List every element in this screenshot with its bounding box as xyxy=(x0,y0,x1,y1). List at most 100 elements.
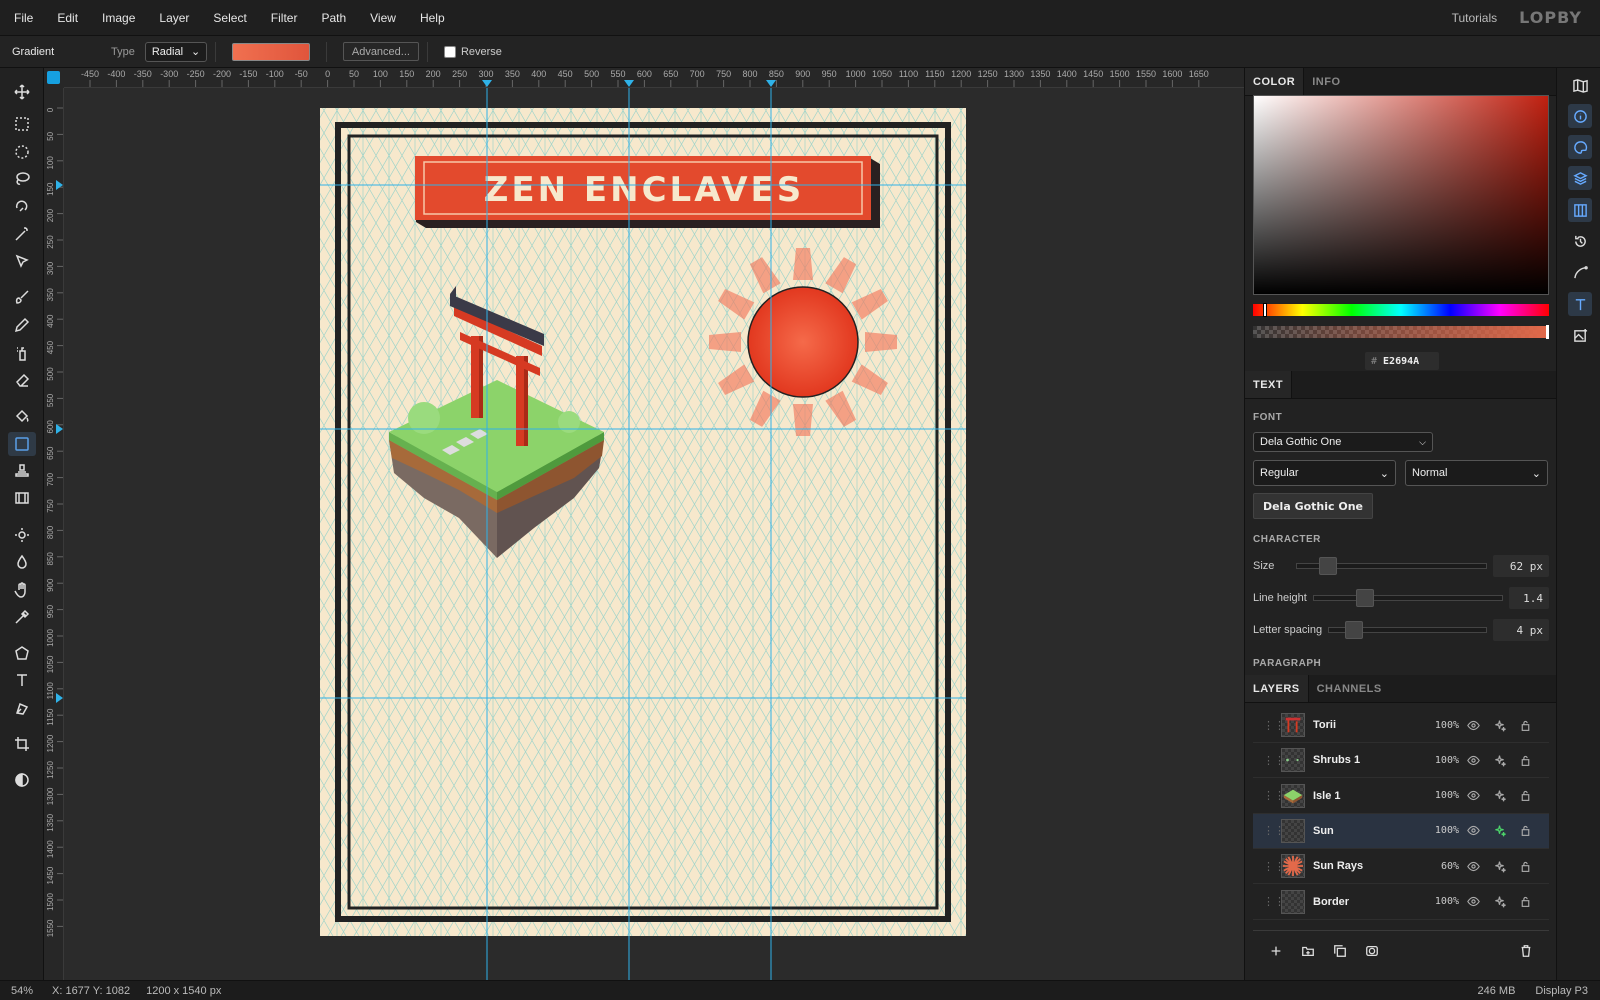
drag-handle-icon[interactable]: ⋮⋮ xyxy=(1263,824,1285,837)
alpha-slider[interactable] xyxy=(1253,325,1549,339)
lock-toggle[interactable] xyxy=(1513,754,1537,767)
menu-path[interactable]: Path xyxy=(309,11,358,25)
hand-tool[interactable] xyxy=(8,578,36,602)
hue-slider[interactable] xyxy=(1253,303,1549,317)
alpha-slider-handle[interactable] xyxy=(1546,325,1549,339)
layer-row[interactable]: ⋮⋮ Border 100% xyxy=(1253,885,1549,920)
tab-text[interactable]: TEXT xyxy=(1245,371,1293,398)
letter-spacing-value[interactable]: 4 px xyxy=(1493,619,1549,641)
stamp-tool[interactable] xyxy=(8,459,36,483)
guide-marker[interactable] xyxy=(482,80,492,87)
mask-button[interactable] xyxy=(1361,940,1383,962)
layer-opacity[interactable]: 60% xyxy=(1419,861,1459,872)
zoom-level[interactable]: 54% xyxy=(0,985,44,997)
lock-toggle[interactable] xyxy=(1513,895,1537,908)
menu-help[interactable]: Help xyxy=(408,11,457,25)
brush-tool[interactable] xyxy=(8,285,36,309)
image-panel-button[interactable] xyxy=(1568,323,1592,347)
tab-layers[interactable]: LAYERS xyxy=(1245,675,1309,702)
drag-handle-icon[interactable]: ⋮⋮ xyxy=(1263,754,1285,767)
guide-marker[interactable] xyxy=(624,80,634,87)
effects-toggle[interactable] xyxy=(1487,719,1511,732)
layer-name[interactable]: Sun Rays xyxy=(1313,860,1419,872)
visibility-toggle[interactable] xyxy=(1461,719,1485,732)
menu-image[interactable]: Image xyxy=(90,11,147,25)
ruler-origin-marker[interactable] xyxy=(47,71,60,84)
pen-tool[interactable] xyxy=(8,696,36,720)
color-picker-field[interactable] xyxy=(1253,95,1549,295)
hex-input[interactable]: # E2694A xyxy=(1365,352,1439,370)
horizontal-ruler[interactable]: -450 -400 -350 -300 -250 -200 -150 -100 -50 0 50 10… xyxy=(64,68,1244,88)
layer-opacity[interactable]: 100% xyxy=(1419,896,1459,907)
layer-row[interactable]: ⋮⋮ Isle 1 100% xyxy=(1253,779,1549,814)
layer-name[interactable]: Isle 1 xyxy=(1313,790,1419,802)
size-slider[interactable] xyxy=(1296,557,1487,575)
visibility-toggle[interactable] xyxy=(1461,789,1485,802)
quick-select-tool[interactable] xyxy=(8,249,36,273)
layer-name[interactable]: Sun xyxy=(1313,825,1419,837)
reverse-toggle[interactable]: Reverse xyxy=(443,45,502,58)
layer-opacity[interactable]: 100% xyxy=(1419,790,1459,801)
contrast-tool[interactable] xyxy=(8,768,36,792)
lasso-tool[interactable] xyxy=(8,167,36,191)
effects-toggle[interactable] xyxy=(1487,860,1511,873)
canvas-area[interactable]: ZEN ENCLAVES xyxy=(64,88,1244,980)
shape-tool[interactable] xyxy=(8,641,36,665)
font-weight-select[interactable]: Regular ⌄ xyxy=(1253,460,1396,486)
menu-view[interactable]: View xyxy=(358,11,408,25)
layer-opacity[interactable]: 100% xyxy=(1419,755,1459,766)
pencil-tool[interactable] xyxy=(8,313,36,337)
color-panel-button[interactable] xyxy=(1568,135,1592,159)
layer-row[interactable]: ⋮⋮ Shrubs 1 100% xyxy=(1253,743,1549,779)
layer-name[interactable]: Torii xyxy=(1313,719,1419,731)
tab-color[interactable]: COLOR xyxy=(1245,68,1305,95)
paths-panel-button[interactable] xyxy=(1568,260,1592,284)
layer-name[interactable]: Border xyxy=(1313,896,1419,908)
text-panel-button[interactable] xyxy=(1568,292,1592,316)
tutorials-link[interactable]: Tutorials xyxy=(1452,11,1498,25)
size-value[interactable]: 62 px xyxy=(1493,555,1549,577)
line-height-slider-handle[interactable] xyxy=(1355,589,1374,607)
menu-edit[interactable]: Edit xyxy=(45,11,90,25)
tab-channels[interactable]: CHANNELS xyxy=(1309,675,1390,702)
layer-row[interactable]: ⋮⋮ Sun 100% xyxy=(1253,813,1549,849)
drag-handle-icon[interactable]: ⋮⋮ xyxy=(1263,789,1285,802)
delete-layer-button[interactable] xyxy=(1515,940,1537,962)
lock-toggle[interactable] xyxy=(1513,860,1537,873)
menu-file[interactable]: File xyxy=(0,11,45,25)
layer-row[interactable]: ⋮⋮ Torii 100% xyxy=(1253,708,1549,743)
dodge-tool[interactable] xyxy=(8,523,36,547)
layer-opacity[interactable]: 100% xyxy=(1419,825,1459,836)
duplicate-layer-button[interactable] xyxy=(1329,940,1351,962)
menu-layer[interactable]: Layer xyxy=(147,11,201,25)
map-panel-button[interactable] xyxy=(1568,73,1592,97)
menu-filter[interactable]: Filter xyxy=(259,11,310,25)
magnetic-lasso-tool[interactable] xyxy=(8,194,36,218)
hue-slider-handle[interactable] xyxy=(1263,303,1267,317)
lock-toggle[interactable] xyxy=(1513,824,1537,837)
channels-panel-button[interactable] xyxy=(1568,198,1592,222)
menu-select[interactable]: Select xyxy=(201,11,258,25)
spray-tool[interactable] xyxy=(8,341,36,365)
guide-marker[interactable] xyxy=(56,693,63,703)
crop-tool[interactable] xyxy=(8,732,36,756)
drag-handle-icon[interactable]: ⋮⋮ xyxy=(1263,719,1285,732)
layer-opacity[interactable]: 100% xyxy=(1419,720,1459,731)
drag-handle-icon[interactable]: ⋮⋮ xyxy=(1263,860,1285,873)
letter-spacing-slider[interactable] xyxy=(1328,621,1487,639)
advanced-button[interactable]: Advanced... xyxy=(342,42,419,61)
size-slider-handle[interactable] xyxy=(1319,557,1338,575)
drag-handle-icon[interactable]: ⋮⋮ xyxy=(1263,895,1285,908)
guide-marker[interactable] xyxy=(56,424,63,434)
eraser-tool[interactable] xyxy=(8,368,36,392)
eyedropper-tool[interactable] xyxy=(8,605,36,629)
tab-info[interactable]: INFO xyxy=(1304,68,1348,95)
blur-tool[interactable] xyxy=(8,550,36,574)
document-canvas[interactable]: ZEN ENCLAVES xyxy=(64,88,1244,980)
guide-marker[interactable] xyxy=(56,180,63,190)
effects-toggle[interactable] xyxy=(1487,789,1511,802)
vertical-ruler[interactable]: 0 50 100 150 200 250 300 350 400 450 500 550 600 650 7… xyxy=(44,88,64,980)
line-height-value[interactable]: 1.4 xyxy=(1509,587,1549,609)
layers-panel-button[interactable] xyxy=(1568,166,1592,190)
magic-wand-tool[interactable] xyxy=(8,222,36,246)
